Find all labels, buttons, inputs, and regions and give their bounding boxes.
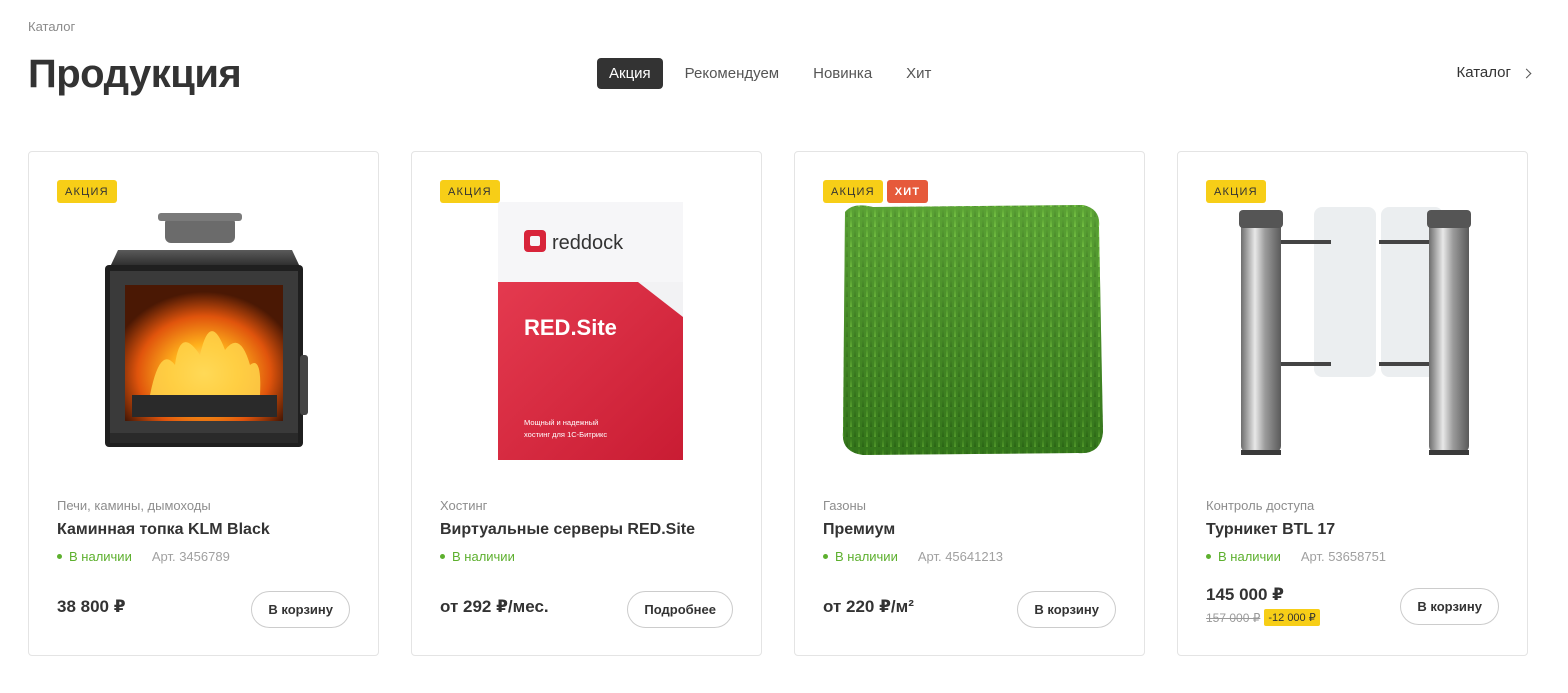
box-caption-line-2: хостинг для 1С-Битрикс [524,430,607,439]
fireplace-image[interactable] [57,192,352,467]
in-stock-dot-icon [823,554,828,559]
product-meta: В наличии Арт. 3456789 [57,549,230,564]
product-card[interactable]: АКЦИЯ ХИТ Газоны Премиум В наличии Арт. … [794,151,1145,656]
product-name[interactable]: Турникет BTL 17 [1206,521,1335,539]
in-stock-dot-icon [1206,554,1211,559]
product-name[interactable]: Виртуальные серверы RED.Site [440,521,695,539]
product-name[interactable]: Премиум [823,521,895,539]
hit-badge: ХИТ [886,180,929,203]
in-stock-dot-icon [440,554,445,559]
software-box-image[interactable]: reddock RED.Site Мощный и надежный хости… [440,192,735,467]
product-grid: АКЦИЯ Печи, камины, дымоходы Каминная то… [28,151,1528,656]
in-stock-dot-icon [57,554,62,559]
old-price-row: 157 000 ₽ -12 000 ₽ [1206,609,1320,626]
product-price: от 220 ₽/м² [823,597,914,616]
product-price: 38 800 ₽ [57,597,126,616]
product-category[interactable]: Печи, камины, дымоходы [57,498,211,513]
breadcrumb[interactable]: Каталог [28,19,75,34]
sale-badge: АКЦИЯ [1206,180,1266,203]
page-title: Продукция [28,52,242,96]
grass-image[interactable] [823,192,1118,467]
product-sku: Арт. 45641213 [917,549,1004,564]
badge-list: АКЦИЯ [440,180,500,203]
box-brand-text: reddock [552,232,624,254]
product-sku: Арт. 53658751 [1300,549,1387,564]
sale-badge: АКЦИЯ [823,180,883,203]
chevron-right-icon [1521,68,1532,78]
stock-status: В наличии [452,549,515,564]
badge-list: АКЦИЯ ХИТ [823,180,929,203]
product-price: от 292 ₽/мес. [440,597,549,616]
product-meta: В наличии Арт. 53658751 [1206,549,1386,564]
product-sku: Арт. 3456789 [151,549,230,564]
catalog-link[interactable]: Каталог [1456,64,1532,81]
box-product-text: RED.Site [524,315,617,340]
product-card[interactable]: АКЦИЯ reddock RED.Site Мощный и надежный [411,151,762,656]
badge-list: АКЦИЯ [1206,180,1266,203]
discount-badge: -12 000 ₽ [1264,609,1320,626]
sale-badge: АКЦИЯ [440,180,500,203]
add-to-cart-button[interactable]: В корзину [1400,588,1499,625]
product-name[interactable]: Каминная топка KLM Black [57,521,270,539]
tab-sale[interactable]: Акция [597,58,663,89]
stock-status: В наличии [1218,549,1281,564]
product-category[interactable]: Газоны [823,498,866,513]
stock-status: В наличии [69,549,132,564]
details-button[interactable]: Подробнее [627,591,733,628]
box-caption-line-1: Мощный и надежный [524,418,598,427]
tab-new[interactable]: Новинка [801,58,884,89]
product-price: 145 000 ₽ [1206,585,1285,604]
turnstile-image[interactable] [1206,192,1501,467]
software-box-icon: reddock RED.Site Мощный и надежный хости… [497,202,683,460]
product-meta: В наличии Арт. 45641213 [823,549,1003,564]
stock-status: В наличии [835,549,898,564]
product-card[interactable]: АКЦИЯ [28,151,379,656]
product-card[interactable]: АКЦИЯ [1177,151,1528,656]
tab-recommended[interactable]: Рекомендуем [673,58,791,89]
grass-icon [842,205,1103,455]
fireplace-icon [104,212,308,447]
badge-list: АКЦИЯ [57,180,117,203]
add-to-cart-button[interactable]: В корзину [251,591,350,628]
product-category[interactable]: Контроль доступа [1206,498,1314,513]
tab-hit[interactable]: Хит [894,58,943,89]
sale-badge: АКЦИЯ [57,180,117,203]
turnstile-icon [1238,207,1471,455]
product-filter-tabs: Акция Рекомендуем Новинка Хит [597,58,953,89]
product-category[interactable]: Хостинг [440,498,487,513]
catalog-link-label: Каталог [1456,64,1511,81]
product-meta: В наличии [440,549,535,564]
add-to-cart-button[interactable]: В корзину [1017,591,1116,628]
old-price: 157 000 ₽ [1206,610,1261,625]
